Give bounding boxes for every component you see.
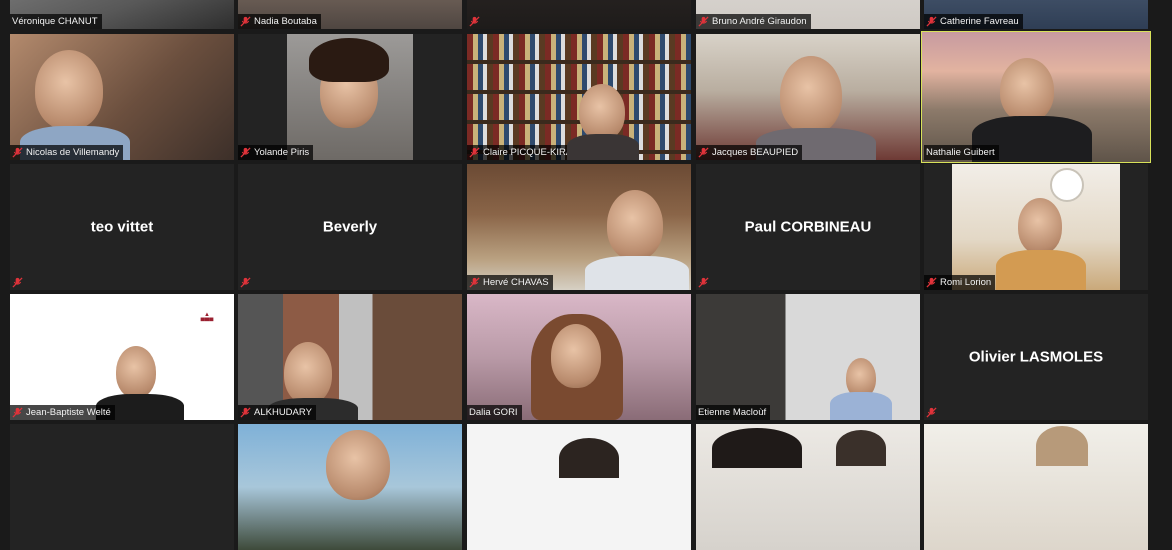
name-label-bar (924, 405, 941, 420)
name-label-bar: Catherine Favreau (924, 14, 1023, 29)
participant-tile[interactable] (696, 424, 920, 550)
participant-tile[interactable] (467, 0, 691, 29)
participant-video (238, 424, 462, 550)
name-label-bar: Hervé CHAVAS (467, 275, 553, 290)
participant-video: ▲ ▀▀▀ (10, 294, 234, 420)
mic-muted-icon (12, 407, 23, 418)
participant-name: Etienne Macloùf (698, 407, 767, 418)
clock-decoration (1050, 168, 1084, 202)
participant-tile[interactable]: Nadia Boutaba (238, 0, 462, 29)
participant-video (238, 294, 462, 420)
participant-name: Dalia GORI (469, 407, 518, 418)
participant-name: Nicolas de Villemandy (26, 147, 120, 158)
participant-video (238, 34, 462, 160)
mic-muted-icon (469, 16, 480, 27)
participant-name-placeholder: Olivier LASMOLES (968, 348, 1104, 366)
mic-muted-icon (469, 147, 480, 158)
mic-muted-icon (469, 277, 480, 288)
participant-tile[interactable]: Dalia GORI (467, 294, 691, 420)
participant-name: ALKHUDARY (254, 407, 312, 418)
mic-muted-icon (698, 277, 709, 288)
gallery-view: Véronique CHANUT Nadia Boutaba Bruno And… (0, 0, 1172, 550)
participant-video (10, 34, 234, 160)
participant-tile[interactable]: ALKHUDARY (238, 294, 462, 420)
participant-video (696, 424, 920, 550)
participant-tile[interactable]: Jacques BEAUPIED (696, 34, 920, 160)
name-label-bar: Nadia Boutaba (238, 14, 321, 29)
participant-tile[interactable]: Romi Lorion (924, 164, 1148, 290)
participant-tile[interactable]: Yolande Piris (238, 34, 462, 160)
participant-name: Nathalie Guibert (926, 147, 995, 158)
participant-video (924, 424, 1148, 550)
participant-name: Jacques BEAUPIED (712, 147, 799, 158)
name-label-bar: Bruno André Giraudon (696, 14, 811, 29)
name-label-bar (238, 275, 255, 290)
participant-tile[interactable]: Paul CORBINEAU (696, 164, 920, 290)
participant-video (467, 34, 691, 160)
participant-tile[interactable]: Bruno André Giraudon (696, 0, 920, 29)
participant-tile[interactable]: Hervé CHAVAS (467, 164, 691, 290)
participant-name-placeholder: Paul CORBINEAU (744, 218, 872, 236)
participant-name: Jean-Baptiste Welté (26, 407, 111, 418)
participant-name: Catherine Favreau (940, 16, 1019, 27)
participant-name: Nadia Boutaba (254, 16, 317, 27)
participant-tile[interactable]: Véronique CHANUT (10, 0, 234, 29)
mic-muted-icon (926, 277, 937, 288)
participant-tile[interactable]: Etienne Macloùf (696, 294, 920, 420)
participant-tile[interactable] (924, 424, 1148, 550)
participant-name: Véronique CHANUT (12, 16, 98, 27)
name-label-bar: Dalia GORI (467, 405, 522, 420)
name-label-bar (10, 275, 27, 290)
participant-name-placeholder: Beverly (322, 218, 378, 236)
participant-tile[interactable]: Olivier LASMOLES (924, 294, 1148, 420)
mic-muted-icon (926, 16, 937, 27)
participant-video (922, 32, 1150, 162)
mic-muted-icon (698, 16, 709, 27)
mic-muted-icon (240, 277, 251, 288)
participant-video (467, 424, 691, 550)
participant-video (696, 294, 920, 420)
participant-tile[interactable] (10, 424, 234, 550)
participant-name-placeholder: teo vittet (90, 218, 154, 236)
participant-video (467, 164, 691, 290)
participant-tile[interactable]: Beverly (238, 164, 462, 290)
mic-muted-icon (240, 147, 251, 158)
participant-tile[interactable]: teo vittet (10, 164, 234, 290)
participant-video (467, 294, 691, 420)
participant-tile[interactable]: Catherine Favreau (924, 0, 1148, 29)
mic-muted-icon (240, 16, 251, 27)
participant-name: Hervé CHAVAS (483, 277, 549, 288)
participant-video (696, 34, 920, 160)
participant-name: Romi Lorion (940, 277, 992, 288)
name-label-bar: Nicolas de Villemandy (10, 145, 124, 160)
university-logo: ▲ ▀▀▀ (200, 312, 214, 325)
name-label-bar: Jacques BEAUPIED (696, 145, 803, 160)
participant-tile[interactable]: Nicolas de Villemandy (10, 34, 234, 160)
name-label-bar: Nathalie Guibert (924, 145, 999, 160)
mic-muted-icon (240, 407, 251, 418)
participant-tile[interactable] (467, 424, 691, 550)
participant-video (924, 164, 1148, 290)
name-label-bar: Yolande Piris (238, 145, 314, 160)
participant-tile[interactable] (238, 424, 462, 550)
participant-tile[interactable]: ▲ ▀▀▀ Jean-Baptiste Welté (10, 294, 234, 420)
participant-name: Bruno André Giraudon (712, 16, 807, 27)
participant-video (467, 0, 691, 29)
mic-muted-icon (926, 407, 937, 418)
name-label-bar: Etienne Macloùf (696, 405, 771, 420)
participant-name: Yolande Piris (254, 147, 310, 158)
name-label-bar: Jean-Baptiste Welté (10, 405, 115, 420)
mic-muted-icon (12, 277, 23, 288)
name-label-bar: Véronique CHANUT (10, 14, 102, 29)
active-speaker-tile[interactable]: Nathalie Guibert (921, 31, 1151, 163)
participant-tile[interactable]: Claire PICQUE-KIRALY (467, 34, 691, 160)
mic-muted-icon (12, 147, 23, 158)
name-label-bar (696, 275, 713, 290)
name-label-bar: ALKHUDARY (238, 405, 316, 420)
mic-muted-icon (698, 147, 709, 158)
name-label-bar: Romi Lorion (924, 275, 996, 290)
name-label-bar (467, 14, 484, 29)
participant-video (10, 424, 234, 550)
